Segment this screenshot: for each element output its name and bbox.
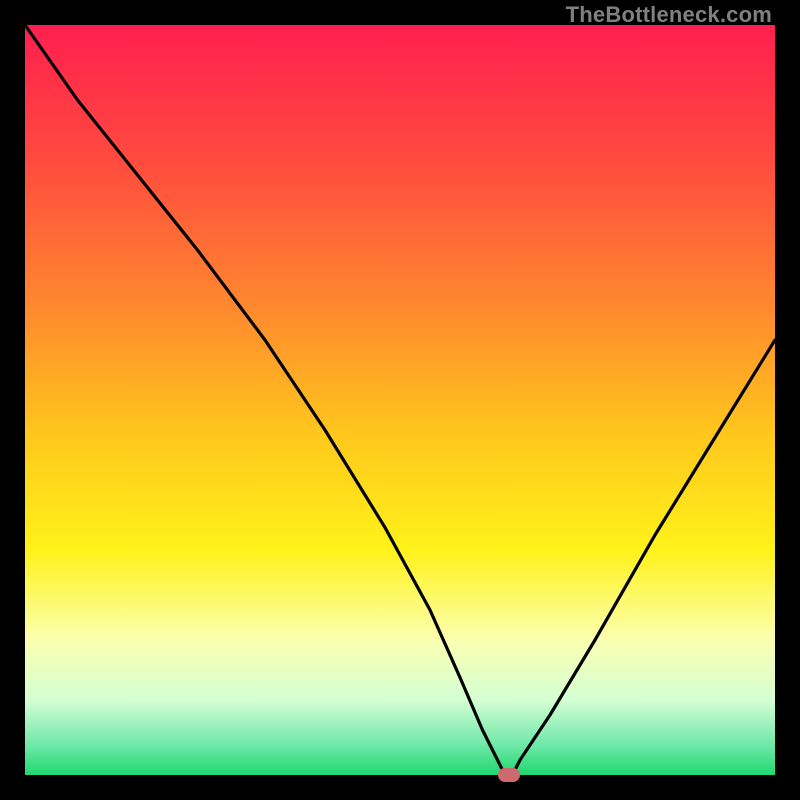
gradient-background (25, 25, 775, 775)
optimal-marker (498, 768, 520, 782)
chart-frame: TheBottleneck.com (0, 0, 800, 800)
plot-area (25, 25, 775, 775)
